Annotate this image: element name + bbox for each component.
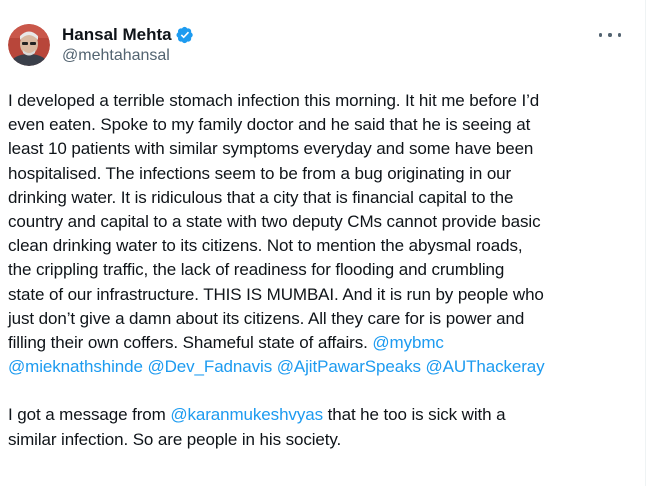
tweet-text: I developed a terrible stomach infection… — [8, 89, 628, 452]
tweet-line-text: filling their own coffers. Shameful stat… — [8, 332, 373, 352]
tweet-line: filling their own coffers. Shameful stat… — [8, 331, 628, 355]
mention-link-fadnavis[interactable]: @Dev_Fadnavis — [147, 357, 272, 376]
tweet-line: I got a message from @karanmukeshvyas th… — [8, 403, 628, 427]
author-avatar[interactable] — [8, 24, 50, 66]
author-handle[interactable]: @mehtahansal — [62, 47, 170, 65]
more-dot — [599, 33, 603, 37]
author-name-row: Hansal Mehta — [62, 25, 194, 45]
tweet-line: the crippling traffic, the lack of readi… — [8, 260, 505, 280]
tweet-line: country and capital to a state with two … — [8, 211, 541, 231]
mention-link-pawar[interactable]: @AjitPawarSpeaks — [277, 357, 421, 376]
tweet-card: Hansal Mehta @mehtahansal I developed a … — [0, 0, 646, 486]
more-dot — [617, 33, 621, 37]
tweet-line: just don’t give a damn about its citizen… — [8, 308, 525, 328]
mention-link-thackeray[interactable]: @AUThackeray — [426, 357, 545, 376]
tweet-line: similar infection. So are people in his … — [8, 429, 342, 449]
mention-link-mybmc[interactable]: @mybmc — [372, 333, 444, 352]
tweet-line: least 10 patients with similar symptoms … — [8, 139, 534, 159]
author-display-name[interactable]: Hansal Mehta — [62, 25, 172, 45]
tweet-line-text: I got a message from — [8, 405, 171, 425]
tweet-line: even eaten. Spoke to my family doctor an… — [8, 115, 531, 135]
tweet-line: state of our infrastructure. THIS IS MUM… — [8, 284, 544, 304]
mention-link-karan[interactable]: @karanmukeshvyas — [170, 405, 323, 424]
tweet-line: I developed a terrible stomach infection… — [8, 91, 540, 110]
tweet-line: hospitalised. The infections seem to be … — [8, 163, 512, 183]
more-options-icon[interactable] — [599, 26, 621, 44]
tweet-line: clean drinking water to its citizens. No… — [8, 236, 523, 256]
verified-badge-icon[interactable] — [176, 26, 194, 44]
mention-link-shinde[interactable]: @mieknathshinde — [8, 357, 143, 376]
tweet-line: @mieknathshinde @Dev_Fadnavis @AjitPawar… — [8, 355, 628, 379]
tweet-line-text: that he too is sick with a — [322, 405, 506, 425]
more-dot — [608, 33, 612, 37]
tweet-line: drinking water. It is ridiculous that a … — [8, 187, 514, 207]
